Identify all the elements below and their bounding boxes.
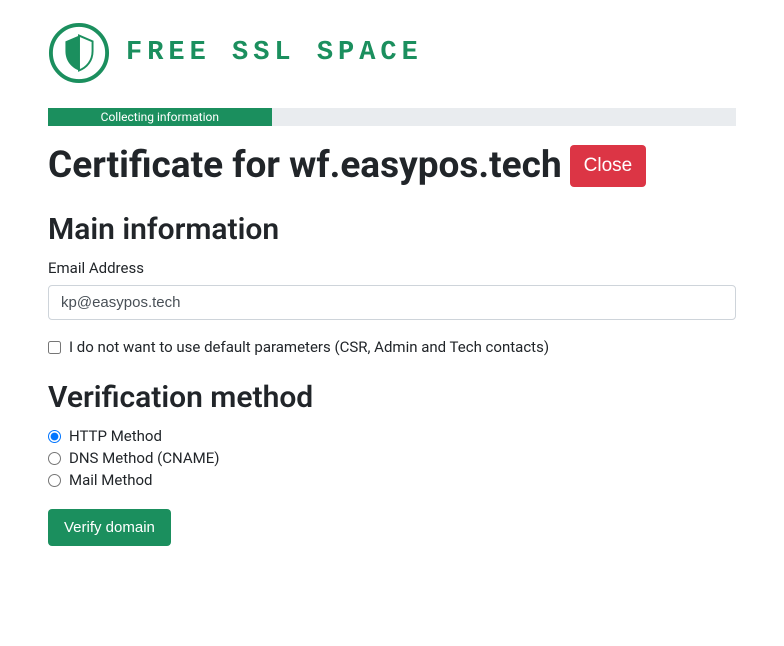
title-row: Certificate for wf.easypos.tech Close: [48, 144, 736, 188]
no-default-params-label[interactable]: I do not want to use default parameters …: [69, 338, 549, 356]
verification-radio-http-label[interactable]: HTTP Method: [69, 427, 162, 445]
page-title: Certificate for wf.easypos.tech: [48, 144, 562, 188]
verification-radio-group: HTTP Method DNS Method (CNAME) Mail Meth…: [48, 427, 736, 489]
verification-radio-dns[interactable]: [48, 452, 61, 465]
verify-domain-button[interactable]: Verify domain: [48, 509, 171, 546]
email-label: Email Address: [48, 259, 736, 277]
main-info-heading: Main information: [48, 212, 736, 247]
no-default-params-checkbox[interactable]: [48, 341, 61, 354]
verification-radio-mail-label[interactable]: Mail Method: [69, 471, 153, 489]
title-domain: wf.easypos.tech: [289, 144, 562, 187]
close-button[interactable]: Close: [570, 145, 647, 188]
shield-icon: [48, 22, 110, 84]
progress-bar: Collecting information: [48, 108, 736, 126]
email-field[interactable]: [48, 285, 736, 320]
verification-radio-dns-label[interactable]: DNS Method (CNAME): [69, 449, 219, 467]
verification-radio-http[interactable]: [48, 430, 61, 443]
brand-name: FREE SSL SPACE: [126, 38, 423, 68]
title-prefix: Certificate for: [48, 144, 289, 187]
progress-step-current: Collecting information: [48, 108, 272, 126]
site-header: FREE SSL SPACE: [48, 22, 736, 84]
verification-heading: Verification method: [48, 380, 736, 415]
verification-radio-mail[interactable]: [48, 474, 61, 487]
